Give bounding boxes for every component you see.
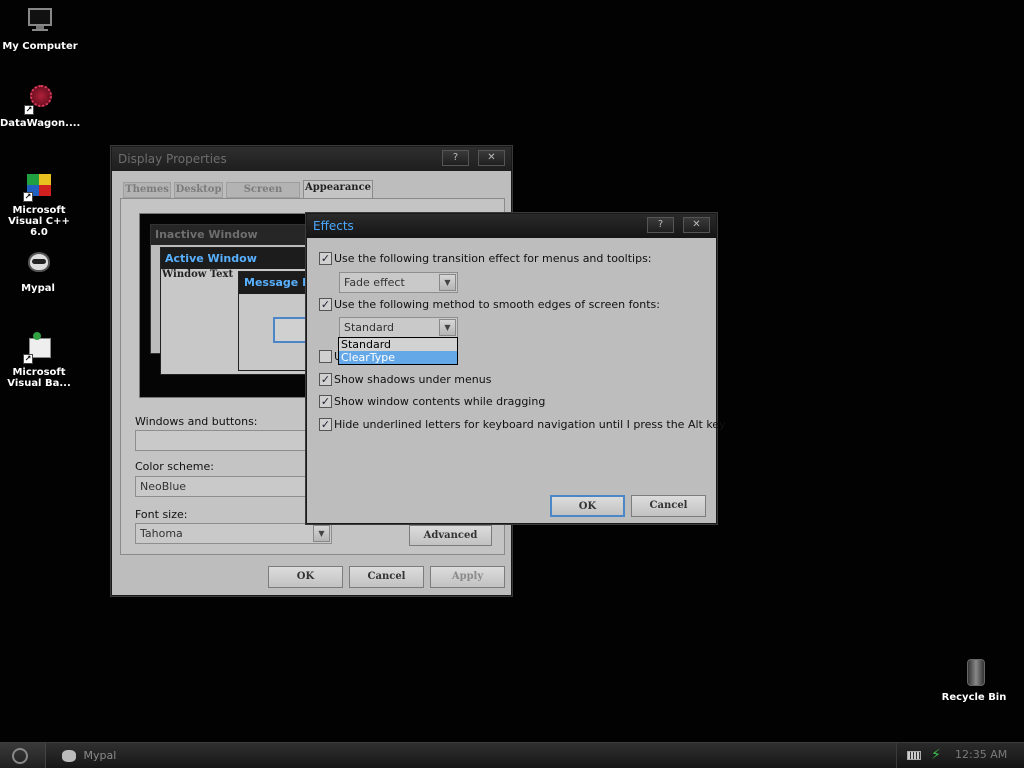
transition-effect-select[interactable]: Fade effect ▼ xyxy=(339,272,458,293)
ok-button[interactable]: OK xyxy=(268,566,343,588)
transition-effect-value: Fade effect xyxy=(344,276,405,289)
desktop-icon-label: Microsoft Visual C++ 6.0 xyxy=(8,205,70,238)
color-scheme-label: Color scheme: xyxy=(135,460,214,473)
apply-button[interactable]: Apply xyxy=(430,566,505,588)
hide-underlines-label: Hide underlined letters for keyboard nav… xyxy=(334,418,726,431)
dropdown-option-cleartype[interactable]: ClearType xyxy=(339,351,457,364)
smooth-fonts-value: Standard xyxy=(344,321,395,334)
system-tray: ⚡ 12:35 AM xyxy=(896,743,1024,768)
visual-cpp-icon: ↗ xyxy=(23,170,55,202)
preview-inactive-title: Inactive Window xyxy=(151,225,319,245)
desktop-icon-label: DataWagon.... xyxy=(0,118,81,129)
smooth-fonts-label: Use the following method to smooth edges… xyxy=(334,298,660,311)
drag-contents-checkbox[interactable]: ✓ xyxy=(319,395,332,408)
visual-basic-icon: ↗ xyxy=(23,332,55,364)
effects-ok-button[interactable]: OK xyxy=(550,495,625,517)
desktop-icon-label: My Computer xyxy=(2,41,78,52)
display-properties-titlebar[interactable]: Display Properties ? ✕ xyxy=(112,147,511,171)
start-button[interactable] xyxy=(0,743,46,768)
large-icons-checkbox[interactable] xyxy=(319,350,332,363)
desktop-icon-label: Microsoft Visual Ba... xyxy=(7,367,71,389)
monitor-icon xyxy=(24,6,56,38)
desktop-icon-datawagon[interactable]: ↗ DataWagon.... xyxy=(0,83,80,129)
menu-shadows-checkbox[interactable]: ✓ xyxy=(319,373,332,386)
windows-buttons-label: Windows and buttons: xyxy=(135,415,258,428)
chevron-down-icon[interactable]: ▼ xyxy=(439,274,456,291)
windows-buttons-select[interactable] xyxy=(135,430,331,451)
color-scheme-select[interactable]: NeoBlue xyxy=(135,476,331,497)
chevron-down-icon[interactable]: ▼ xyxy=(313,525,330,542)
desktop: My Computer ↗ DataWagon.... ↗ Microsoft … xyxy=(0,0,1024,742)
help-button[interactable]: ? xyxy=(647,217,674,233)
raccoon-icon xyxy=(22,248,54,280)
network-icon[interactable]: ⚡ xyxy=(931,747,945,763)
smooth-fonts-checkbox[interactable]: ✓ xyxy=(319,298,332,311)
taskbar-item-label: Mypal xyxy=(83,749,117,762)
desktop-icon-my-computer[interactable]: My Computer xyxy=(0,6,80,52)
tab-desktop[interactable]: Desktop xyxy=(174,182,223,198)
tab-screen-saver[interactable]: Screen Saver xyxy=(226,182,300,209)
advanced-button[interactable]: Advanced xyxy=(409,525,492,546)
desktop-icon-visual-cpp[interactable]: ↗ Microsoft Visual C++ 6.0 xyxy=(0,170,79,238)
clock[interactable]: 12:35 AM xyxy=(955,748,1007,761)
desktop-icon-visual-basic[interactable]: ↗ Microsoft Visual Ba... xyxy=(0,332,79,389)
effects-cancel-button[interactable]: Cancel xyxy=(631,495,706,517)
cancel-button[interactable]: Cancel xyxy=(349,566,424,588)
effects-title: Effects xyxy=(313,219,354,233)
tab-themes[interactable]: Themes xyxy=(123,182,171,198)
font-size-select[interactable]: Tahoma ▼ xyxy=(135,523,332,544)
desktop-icon-label: Mypal xyxy=(21,283,55,294)
chevron-down-icon[interactable]: ▼ xyxy=(439,319,456,336)
taskbar-item-mypal[interactable]: Mypal xyxy=(62,747,116,765)
transition-effect-label: Use the following transition effect for … xyxy=(334,252,652,265)
datawagon-logo-icon: ↗ xyxy=(24,83,56,115)
transition-effect-checkbox[interactable]: ✓ xyxy=(319,252,332,265)
start-logo-icon xyxy=(12,748,28,764)
taskbar: Mypal ⚡ 12:35 AM xyxy=(0,742,1024,768)
menu-shadows-label: Show shadows under menus xyxy=(334,373,492,386)
drag-contents-label: Show window contents while dragging xyxy=(334,395,546,408)
effects-dialog: Effects ? ✕ ✓ Use the following transiti… xyxy=(306,213,726,524)
raccoon-icon xyxy=(62,750,76,762)
help-button[interactable]: ? xyxy=(442,150,469,166)
smooth-fonts-dropdown-list[interactable]: Standard ClearType xyxy=(338,337,458,365)
keyboard-icon[interactable] xyxy=(907,751,921,760)
smooth-fonts-select[interactable]: Standard ▼ xyxy=(339,317,458,338)
dropdown-option-standard[interactable]: Standard xyxy=(339,338,457,351)
desktop-icon-mypal[interactable]: Mypal xyxy=(0,248,78,294)
close-button[interactable]: ✕ xyxy=(683,217,710,233)
font-size-label: Font size: xyxy=(135,508,188,521)
font-size-value: Tahoma xyxy=(140,527,183,540)
desktop-icon-label: Recycle Bin xyxy=(941,692,1007,703)
hide-underlines-checkbox[interactable]: ✓ xyxy=(319,418,332,431)
close-button[interactable]: ✕ xyxy=(478,150,505,166)
recycle-bin-icon xyxy=(958,657,990,689)
tab-appearance[interactable]: Appearance xyxy=(303,180,373,199)
desktop-icon-recycle-bin[interactable]: Recycle Bin xyxy=(934,657,1014,703)
effects-titlebar[interactable]: Effects ? ✕ xyxy=(307,214,716,238)
window-title: Display Properties xyxy=(118,152,227,166)
